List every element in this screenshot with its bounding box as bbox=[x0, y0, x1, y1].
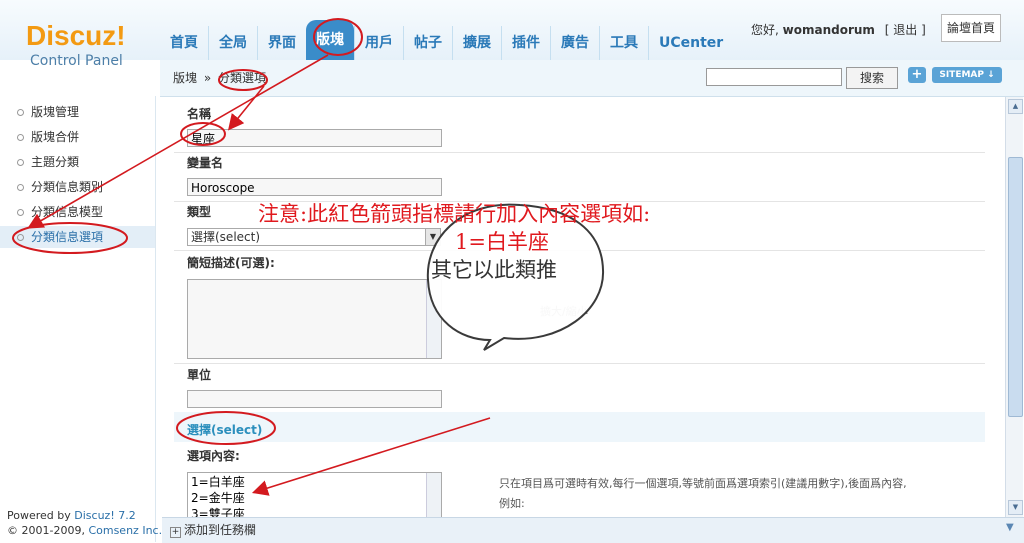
sidebar-item-label: 分類信息類別 bbox=[31, 180, 104, 194]
textarea-scrollbar[interactable] bbox=[426, 473, 441, 517]
bullet-icon bbox=[17, 109, 24, 116]
sidebar-item-forum-manage[interactable]: 版塊管理 bbox=[0, 101, 155, 123]
sidebar-footer: Powered by Discuz! 7.2 © 2001-2009, Coms… bbox=[7, 508, 162, 538]
tab-global[interactable]: 全局 bbox=[208, 26, 257, 60]
bullet-icon bbox=[17, 209, 24, 216]
logo-subtitle: Control Panel bbox=[30, 53, 123, 69]
tab-posts[interactable]: 帖子 bbox=[403, 26, 452, 60]
user-info: 您好, womandorum [ 退出 ] bbox=[751, 21, 926, 38]
varname-input[interactable]: Horoscope bbox=[187, 178, 442, 196]
type-select[interactable]: 選擇(select) ▼ bbox=[187, 228, 441, 246]
type-select-value: 選擇(select) bbox=[191, 230, 261, 244]
scroll-down-icon[interactable]: ▼ bbox=[1008, 500, 1023, 515]
tab-interface[interactable]: 界面 bbox=[257, 26, 306, 60]
powered-by-link[interactable]: Discuz! 7.2 bbox=[74, 509, 135, 522]
sitemap-button[interactable]: SITEMAP ↓ bbox=[932, 67, 1002, 83]
tab-forums[interactable]: 版塊 bbox=[306, 20, 354, 60]
unit-label: 單位 bbox=[187, 368, 212, 382]
option-line: 2=金牛座 bbox=[191, 491, 245, 505]
breadcrumb-separator: » bbox=[203, 71, 212, 85]
tab-ads[interactable]: 廣告 bbox=[550, 26, 599, 60]
sidebar-item-info-categories[interactable]: 分類信息類別 bbox=[0, 176, 155, 198]
options-help-line: 例如: bbox=[499, 497, 525, 510]
tab-home[interactable]: 首頁 bbox=[160, 26, 208, 60]
section-header-band bbox=[174, 412, 985, 442]
powered-by-text: Powered by bbox=[7, 509, 75, 522]
unit-input[interactable] bbox=[187, 390, 442, 408]
copyright-text: © 2001-2009, bbox=[7, 524, 89, 537]
annotation-text-line2: 1=白羊座 bbox=[455, 230, 549, 254]
sidebar-item-info-models[interactable]: 分類信息模型 bbox=[0, 201, 155, 223]
divider bbox=[174, 250, 985, 251]
sidebar: 版塊管理 版塊合併 主題分類 分類信息類別 分類信息模型 分類信息選項 bbox=[0, 96, 156, 542]
tab-ucenter[interactable]: UCenter bbox=[648, 26, 733, 60]
sidebar-item-label: 版塊管理 bbox=[31, 105, 80, 119]
divider bbox=[174, 363, 985, 364]
greeting-text: 您好, bbox=[751, 23, 779, 37]
options-help-line: 只在項目爲可選時有效,每行一個選項,等號前面爲選項索引(建議用數字),後面爲內容… bbox=[499, 477, 907, 490]
add-icon[interactable]: + bbox=[908, 67, 926, 83]
logout-link[interactable]: [ 退出 ] bbox=[885, 23, 926, 37]
tab-plugins[interactable]: 插件 bbox=[501, 26, 550, 60]
breadcrumb-root[interactable]: 版塊 bbox=[173, 71, 197, 85]
tab-users[interactable]: 用戶 bbox=[354, 26, 403, 60]
sidebar-item-label: 版塊合併 bbox=[31, 130, 80, 144]
main-content: 名稱 星座 變量名 Horoscope 類型 選擇(select) ▼ 簡短描述… bbox=[162, 97, 1005, 517]
sidebar-item-label: 分類信息模型 bbox=[31, 205, 104, 219]
scroll-thumb[interactable] bbox=[1008, 157, 1023, 417]
tab-tools[interactable]: 工具 bbox=[599, 26, 648, 60]
bottom-taskbar: + 添加到任務欄 ▼ bbox=[162, 517, 1024, 543]
options-help: 只在項目爲可選時有效,每行一個選項,等號前面爲選項索引(建議用數字),後面爲內容… bbox=[499, 474, 989, 514]
chevron-down-icon[interactable]: ▼ bbox=[425, 229, 440, 245]
collapse-icon[interactable]: ▼ bbox=[1006, 522, 1014, 533]
plus-icon: + bbox=[170, 527, 181, 538]
options-text: 1=白羊座 2=金牛座 3=雙子座 bbox=[191, 474, 245, 517]
section-title: 選擇(select) bbox=[187, 423, 263, 437]
textarea-scrollbar[interactable] bbox=[426, 280, 441, 358]
sidebar-item-forum-merge[interactable]: 版塊合併 bbox=[0, 126, 155, 148]
page-scrollbar[interactable]: ▲ ▼ bbox=[1005, 97, 1023, 517]
username: womandorum bbox=[782, 23, 875, 37]
bullet-icon bbox=[17, 234, 24, 241]
option-line: 1=白羊座 bbox=[191, 475, 245, 489]
comsenz-link[interactable]: Comsenz Inc. bbox=[88, 524, 162, 537]
tab-extensions[interactable]: 擴展 bbox=[452, 26, 501, 60]
add-to-taskbar[interactable]: + 添加到任務欄 bbox=[170, 521, 256, 538]
annotation-text-line3: 其它以此類推 bbox=[431, 258, 557, 282]
search-button[interactable]: 搜索 bbox=[846, 67, 898, 89]
breadcrumb: 版塊 » 分類選項 bbox=[173, 69, 266, 86]
discuz-logo: Discuz! bbox=[26, 20, 126, 51]
resize-toggle[interactable]: 擴大/縮小 bbox=[540, 303, 588, 319]
option-line: 3=雙子座 bbox=[191, 507, 245, 517]
name-input[interactable]: 星座 bbox=[187, 129, 442, 147]
forum-home-button[interactable]: 論壇首頁 bbox=[941, 14, 1001, 42]
bullet-icon bbox=[17, 134, 24, 141]
options-label: 選項內容: bbox=[187, 449, 240, 463]
search-input[interactable] bbox=[706, 68, 842, 86]
sidebar-item-thread-types[interactable]: 主題分類 bbox=[0, 151, 155, 173]
main-nav: 首頁 全局 界面 版塊 用戶 帖子 擴展 插件 廣告 工具 UCenter bbox=[160, 20, 733, 60]
description-textarea[interactable] bbox=[187, 279, 442, 359]
add-to-taskbar-label: 添加到任務欄 bbox=[184, 523, 257, 537]
sidebar-item-label: 分類信息選項 bbox=[31, 230, 104, 244]
sidebar-item-label: 主題分類 bbox=[31, 155, 80, 169]
sidebar-item-info-options[interactable]: 分類信息選項 bbox=[0, 226, 155, 248]
divider bbox=[174, 152, 985, 153]
annotation-text-line1: 注意:此紅色箭頭指標請行加入內容選項如: bbox=[258, 202, 651, 226]
bullet-icon bbox=[17, 159, 24, 166]
top-header: Discuz! Control Panel 首頁 全局 界面 版塊 用戶 帖子 … bbox=[0, 0, 1024, 69]
breadcrumb-current: 分類選項 bbox=[218, 71, 267, 85]
name-label: 名稱 bbox=[187, 107, 212, 121]
scroll-up-icon[interactable]: ▲ bbox=[1008, 99, 1023, 114]
type-label: 類型 bbox=[187, 205, 212, 219]
bullet-icon bbox=[17, 184, 24, 191]
description-label: 簡短描述(可選): bbox=[187, 256, 275, 270]
sub-toolbar: 版塊 » 分類選項 搜索 + SITEMAP ↓ bbox=[160, 60, 1024, 97]
varname-label: 變量名 bbox=[187, 156, 224, 170]
